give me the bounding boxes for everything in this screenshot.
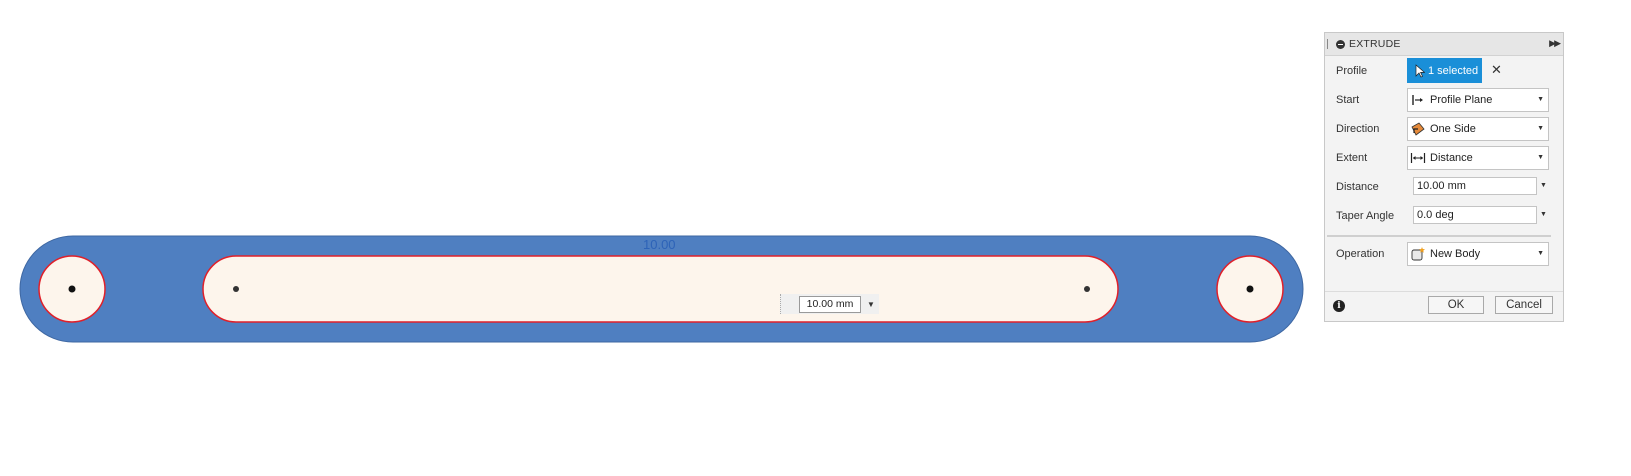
dimension-label: 10.00 xyxy=(643,237,676,252)
one-side-icon xyxy=(1410,121,1426,137)
right-hole-center-point xyxy=(1246,285,1254,293)
cancel-button[interactable]: Cancel xyxy=(1495,296,1553,314)
left-hole-center-point xyxy=(68,285,76,293)
drag-grip-icon[interactable] xyxy=(1327,39,1330,49)
distance-row: Distance 10.00 mm ▼ xyxy=(1325,175,1563,201)
direction-row: Direction One Side ▼ xyxy=(1325,117,1563,143)
ok-button[interactable]: OK xyxy=(1428,296,1484,314)
inline-distance-manipulator[interactable]: 10.00 mm ▼ xyxy=(780,294,879,314)
start-dropdown[interactable]: Profile Plane ▼ xyxy=(1407,88,1549,112)
dialog-footer: i OK Cancel xyxy=(1325,291,1563,320)
operation-row: Operation New Body ▼ xyxy=(1325,242,1563,268)
new-body-icon xyxy=(1410,246,1426,262)
dialog-title: EXTRUDE xyxy=(1349,38,1401,50)
chevron-down-icon: ▼ xyxy=(1537,125,1544,132)
chevron-down-icon[interactable]: ▼ xyxy=(867,300,875,309)
taper-angle-row: Taper Angle 0.0 deg ▼ xyxy=(1325,204,1563,230)
extent-label: Extent xyxy=(1336,152,1368,164)
profile-row: Profile 1 selected ✕ xyxy=(1325,58,1563,85)
slot-left-center-point xyxy=(233,286,239,292)
profile-select-count: 1 selected xyxy=(1428,64,1479,77)
start-value: Profile Plane xyxy=(1430,94,1493,106)
taper-angle-input[interactable]: 0.0 deg xyxy=(1413,206,1537,224)
distance-label: Distance xyxy=(1336,181,1379,193)
extent-value: Distance xyxy=(1430,152,1473,164)
extent-dropdown[interactable]: Distance ▼ xyxy=(1407,146,1549,170)
operation-label: Operation xyxy=(1336,248,1385,260)
operation-value: New Body xyxy=(1430,248,1481,260)
operation-dropdown[interactable]: New Body ▼ xyxy=(1407,242,1549,266)
extrude-dialog: EXTRUDE ▶▶ Profile 1 selected ✕ Start Pr… xyxy=(1324,32,1564,322)
chevron-down-icon: ▼ xyxy=(1537,250,1544,257)
clear-selection-icon[interactable]: ✕ xyxy=(1491,62,1502,78)
cursor-arrow-icon xyxy=(1415,63,1425,77)
start-row: Start Profile Plane ▼ xyxy=(1325,88,1563,114)
extent-row: Extent Distance ▼ xyxy=(1325,146,1563,172)
direction-label: Direction xyxy=(1336,123,1380,135)
taper-angle-label: Taper Angle xyxy=(1336,210,1395,222)
direction-dropdown[interactable]: One Side ▼ xyxy=(1407,117,1549,141)
distance-icon xyxy=(1410,150,1426,166)
profile-plane-icon xyxy=(1410,92,1426,108)
profile-select-button[interactable]: 1 selected xyxy=(1407,58,1482,83)
chevron-down-icon[interactable]: ▼ xyxy=(1540,211,1547,218)
info-icon[interactable]: i xyxy=(1333,300,1345,312)
profile-label: Profile xyxy=(1336,65,1368,77)
direction-value: One Side xyxy=(1430,123,1476,135)
start-label: Start xyxy=(1336,94,1360,106)
collapse-icon[interactable] xyxy=(1336,39,1345,49)
chevron-down-icon: ▼ xyxy=(1537,96,1544,103)
distance-input[interactable]: 10.00 mm xyxy=(1413,177,1537,195)
chevron-down-icon[interactable]: ▼ xyxy=(1540,182,1547,189)
section-divider xyxy=(1327,235,1551,237)
expand-icon[interactable]: ▶▶ xyxy=(1549,38,1561,49)
slot-profile[interactable] xyxy=(202,255,1119,323)
inline-distance-input[interactable]: 10.00 mm xyxy=(799,295,861,313)
canvas-viewport[interactable]: 10.00 10.00 mm ▼ xyxy=(0,0,1320,476)
chevron-down-icon: ▼ xyxy=(1537,154,1544,161)
dialog-header[interactable]: EXTRUDE ▶▶ xyxy=(1325,33,1563,56)
slot-right-center-point xyxy=(1084,286,1090,292)
